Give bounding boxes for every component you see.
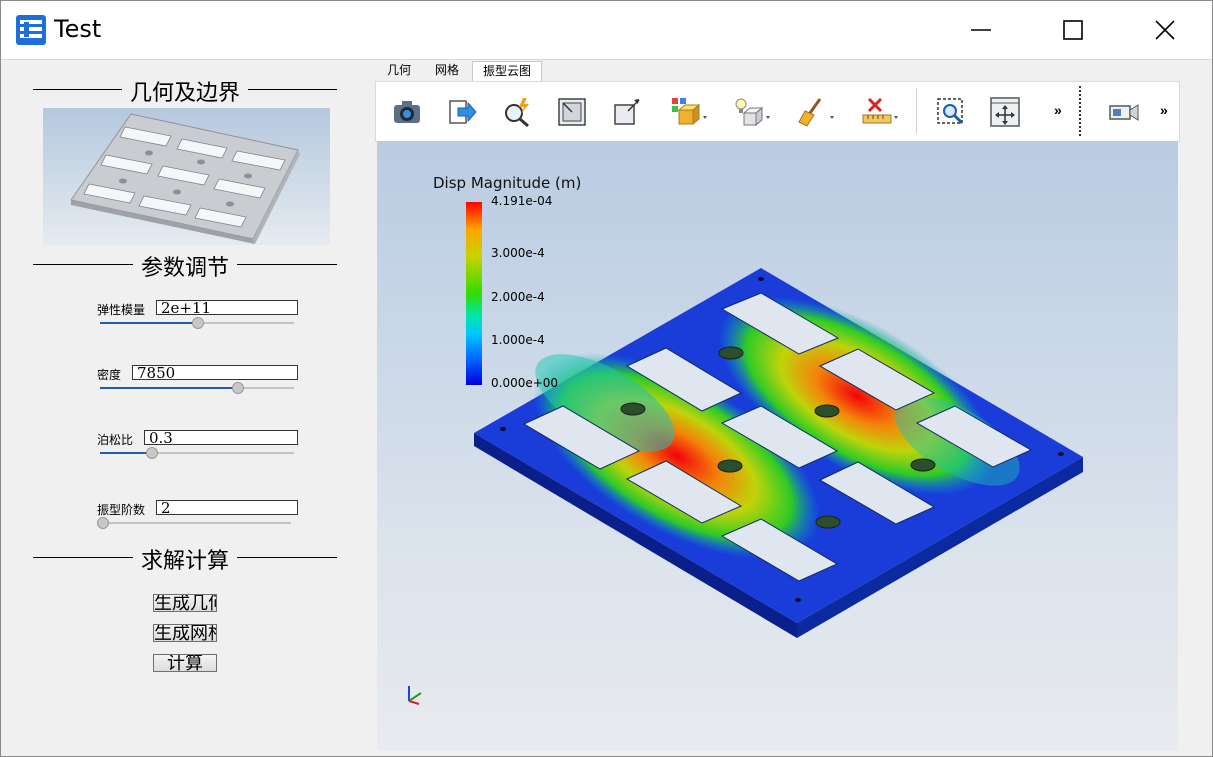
toolbar: » » — [375, 81, 1180, 142]
density-slider[interactable] — [100, 382, 294, 394]
zoom-box-button[interactable] — [931, 92, 971, 132]
camera-record-icon — [1109, 104, 1139, 121]
axes-triad-icon — [408, 686, 422, 705]
window-title: Test — [54, 15, 102, 43]
rotate-view-icon — [614, 99, 640, 125]
param-label-poisson: 泊松比 — [97, 433, 134, 447]
tab-geometry[interactable]: 几何 — [381, 61, 417, 80]
slider-handle[interactable] — [97, 517, 109, 529]
poisson-slider[interactable] — [100, 447, 294, 459]
reset-view-button[interactable] — [552, 92, 592, 132]
density-input[interactable]: 7850 — [132, 365, 298, 380]
param-label-mode-order: 振型阶数 — [97, 503, 146, 517]
legend-tick-max: 4.191e-04 — [491, 194, 553, 208]
camera-icon — [394, 101, 420, 123]
legend-title: Disp Magnitude (m) — [433, 174, 582, 192]
fit-view-icon — [990, 97, 1020, 127]
zoom-box-icon — [937, 98, 964, 125]
ruler-button[interactable] — [860, 92, 900, 132]
legend-tick-min: 0.000e+00 — [491, 376, 559, 390]
clean-brush-icon — [798, 98, 834, 127]
zoom-interact-icon — [505, 98, 529, 128]
toolbar-overflow-button-2[interactable]: » — [1160, 102, 1168, 118]
compute-button[interactable]: 计算 — [153, 654, 217, 672]
tab-mode-shape[interactable]: 振型云图 — [472, 61, 542, 81]
minimize-button[interactable] — [935, 1, 1027, 59]
plate-hole — [814, 404, 840, 418]
light-bulb-button[interactable] — [732, 92, 772, 132]
elastic-modulus-slider[interactable] — [100, 317, 294, 329]
export-icon — [449, 100, 477, 124]
section-geometry-title: 几何及边界 — [121, 81, 248, 106]
plate-hole — [718, 346, 744, 360]
param-label-density: 密度 — [97, 368, 122, 382]
plate-hole — [717, 459, 743, 473]
zoom-interact-button[interactable] — [497, 92, 537, 132]
plate-hole — [815, 515, 841, 529]
poisson-input[interactable]: 0.3 — [144, 430, 298, 445]
plate-hole — [620, 402, 646, 416]
toolbar-overflow-button[interactable]: » — [1054, 102, 1062, 118]
generate-mesh-button[interactable]: 生成网格 — [153, 624, 217, 642]
close-button[interactable] — [1119, 1, 1211, 59]
export-button[interactable] — [442, 92, 482, 132]
maximize-button[interactable] — [1027, 1, 1119, 59]
3d-viewport[interactable]: Disp Magnitude (m) 4.191e-04 3.000e-4 2.… — [377, 141, 1178, 751]
title-bar[interactable]: Test — [1, 1, 1212, 60]
section-params: 参数调节 — [33, 250, 337, 281]
mode-order-slider[interactable] — [97, 517, 291, 529]
color-cube-icon — [672, 98, 707, 126]
tab-mesh[interactable]: 网格 — [427, 61, 467, 80]
right-panel: 几何 网格 振型云图 » » Disp Magnitude (m) 4.191e… — [375, 59, 1180, 752]
color-cube-button[interactable] — [669, 92, 709, 132]
geometry-preview-image — [43, 108, 330, 245]
section-solve: 求解计算 — [33, 543, 337, 574]
param-label-elastic-modulus: 弹性模量 — [97, 303, 146, 317]
maximize-icon — [1063, 20, 1083, 40]
mode-order-input[interactable]: 2 — [156, 500, 298, 515]
camera-button[interactable] — [387, 92, 427, 132]
clean-brush-button[interactable] — [796, 92, 836, 132]
slider-handle[interactable] — [232, 382, 244, 394]
toolbar-grip[interactable] — [1079, 86, 1081, 136]
left-panel: 几何及边界 参数调节 弹性模量 2e+11 密度 7850 泊松比 0.3 振型… — [1, 59, 371, 756]
camera-record-button[interactable] — [1104, 92, 1144, 132]
legend-tick: 2.000e-4 — [491, 290, 545, 304]
minimize-icon — [971, 29, 991, 31]
section-geometry: 几何及边界 — [33, 75, 337, 106]
generate-geometry-button[interactable]: 生成几何 — [153, 594, 217, 612]
section-params-title: 参数调节 — [132, 256, 237, 281]
legend-color-bar — [466, 202, 482, 385]
elastic-modulus-input[interactable]: 2e+11 — [156, 300, 298, 315]
reset-view-icon — [558, 98, 586, 126]
close-icon — [1155, 20, 1175, 40]
ruler-icon — [862, 97, 898, 124]
plate-hole — [910, 458, 936, 472]
app-window: Test 几何及边界 参数调节 弹性模量 2e+11 密度 7850 泊松比 0… — [0, 0, 1213, 757]
legend-tick: 1.000e-4 — [491, 333, 545, 347]
toolbar-separator — [916, 88, 917, 134]
light-bulb-icon — [735, 98, 770, 127]
fit-view-button[interactable] — [985, 92, 1025, 132]
section-solve-title: 求解计算 — [132, 549, 237, 574]
rotate-view-button[interactable] — [607, 92, 647, 132]
app-icon — [16, 15, 46, 45]
mode-shape-plot — [408, 268, 1083, 705]
slider-handle[interactable] — [146, 447, 158, 459]
slider-handle[interactable] — [192, 317, 204, 329]
legend-tick: 3.000e-4 — [491, 246, 545, 260]
